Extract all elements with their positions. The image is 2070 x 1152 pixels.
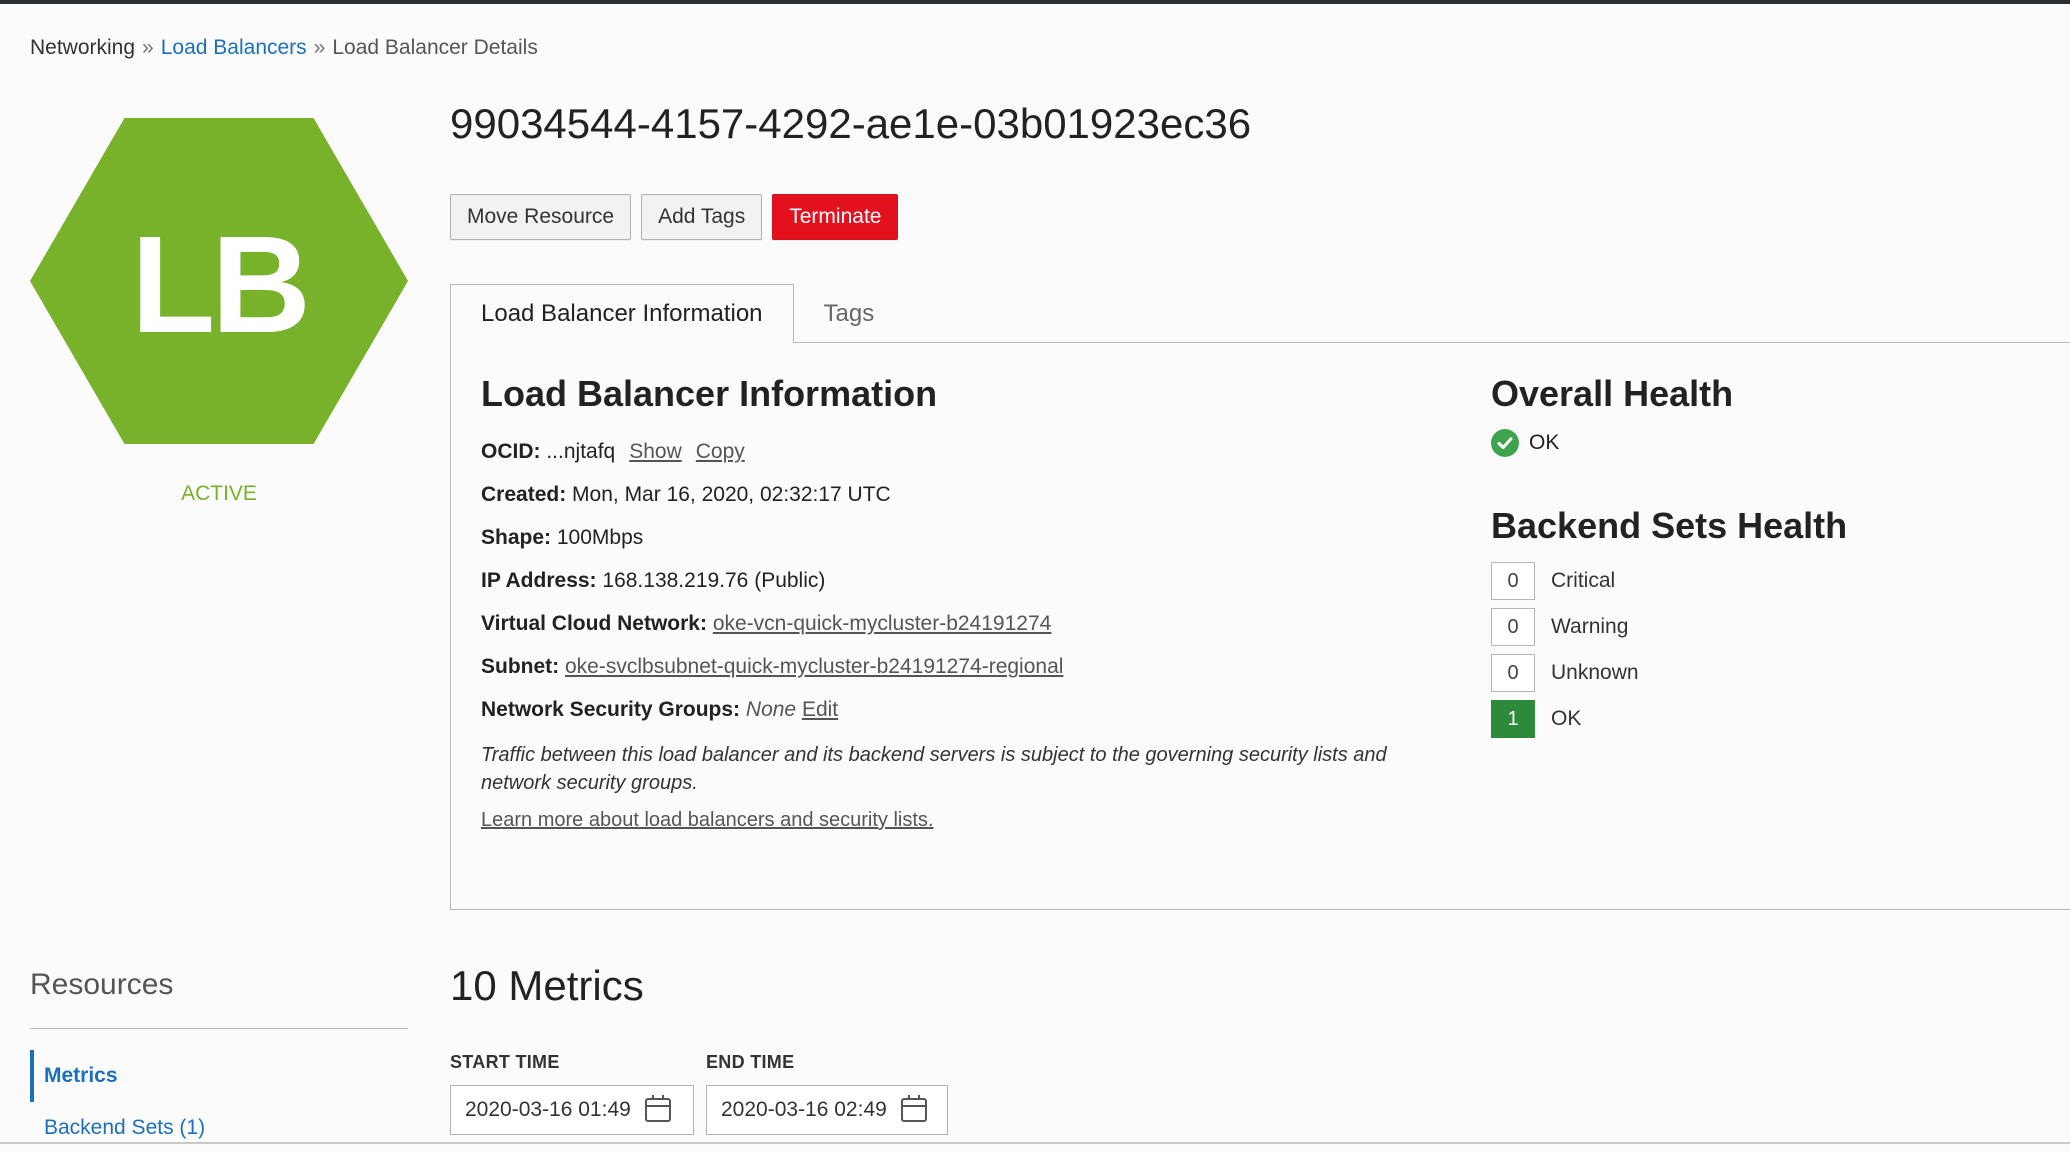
subnet-link[interactable]: oke-svclbsubnet-quick-mycluster-b2419127… <box>565 655 1063 678</box>
nsg-edit-link[interactable]: Edit <box>802 698 838 721</box>
metrics-title: 10 Metrics <box>450 962 644 1009</box>
detail-tabs: Load Balancer Information Tags <box>450 284 904 343</box>
calendar-icon[interactable] <box>644 1095 671 1122</box>
top-bar <box>0 0 2070 4</box>
end-time-value: 2020-03-16 02:49 <box>721 1098 887 1121</box>
ok-label: OK <box>1551 707 1582 730</box>
created-label: Created: <box>481 483 567 506</box>
add-tags-button[interactable]: Add Tags <box>641 194 763 240</box>
backend-health-row-ok: 1 OK <box>1491 699 2011 739</box>
breadcrumb-current: Load Balancer Details <box>332 36 538 59</box>
end-time-label: END TIME <box>706 1052 795 1072</box>
unknown-label: Unknown <box>1551 661 1639 684</box>
calendar-icon[interactable] <box>900 1095 927 1122</box>
backend-health-row-critical: 0 Critical <box>1491 561 2011 601</box>
created-value: Mon, Mar 16, 2020, 02:32:17 UTC <box>572 483 891 506</box>
ocid-value: ...njtafq <box>546 440 616 463</box>
breadcrumb-load-balancers-link[interactable]: Load Balancers <box>161 36 307 59</box>
start-time-input[interactable]: 2020-03-16 01:49 <box>450 1085 694 1135</box>
shape-value: 100Mbps <box>556 526 644 549</box>
info-panel: Load Balancer Information OCID: ...njtaf… <box>450 342 2070 910</box>
nsg-label: Network Security Groups: <box>481 698 741 721</box>
overall-health-heading: Overall Health <box>1491 373 1734 414</box>
learn-more-link[interactable]: Learn more about load balancers and secu… <box>481 809 1461 832</box>
hexagon-label: LB <box>131 207 311 362</box>
bottom-divider <box>0 1142 2070 1144</box>
end-time-group: END TIME 2020-03-16 02:49 <box>706 1052 948 1135</box>
ok-count: 1 <box>1491 700 1535 738</box>
page-title: 99034544-4157-4292-ae1e-03b01923ec36 <box>450 100 1252 147</box>
shape-row: Shape: 100Mbps <box>481 525 1461 551</box>
shape-label: Shape: <box>481 526 552 549</box>
subnet-row: Subnet: oke-svclbsubnet-quick-mycluster-… <box>481 654 1461 680</box>
breadcrumb-separator: » <box>313 36 326 59</box>
start-time-value: 2020-03-16 01:49 <box>465 1098 631 1121</box>
check-circle-icon <box>1491 429 1519 457</box>
nsg-row: Network Security Groups: None Edit <box>481 697 1461 723</box>
resources-title: Resources <box>30 968 174 1001</box>
resources-item-metrics[interactable]: Metrics <box>30 1050 118 1102</box>
action-buttons: Move Resource Add Tags Terminate <box>450 194 899 240</box>
subnet-label: Subnet: <box>481 655 560 678</box>
start-time-label: START TIME <box>450 1052 560 1072</box>
ocid-row: OCID: ...njtafq Show Copy <box>481 439 1461 465</box>
warning-count: 0 <box>1491 608 1535 646</box>
backend-health-row-warning: 0 Warning <box>1491 607 2011 647</box>
ocid-label: OCID: <box>481 440 541 463</box>
vcn-label: Virtual Cloud Network: <box>481 612 707 635</box>
nsg-value: None <box>745 698 797 721</box>
backend-health-row-unknown: 0 Unknown <box>1491 653 2011 693</box>
critical-label: Critical <box>1551 569 1616 592</box>
breadcrumb-separator: » <box>142 36 154 59</box>
backend-sets-health-heading: Backend Sets Health <box>1491 505 1848 546</box>
tab-tags[interactable]: Tags <box>794 284 905 342</box>
critical-count: 0 <box>1491 562 1535 600</box>
ip-address-label: IP Address: <box>481 569 597 592</box>
security-note: Traffic between this load balancer and i… <box>481 744 1387 794</box>
health-section: Overall Health OK Backend Sets Health 0 … <box>1491 373 2011 745</box>
info-heading: Load Balancer Information <box>481 373 938 414</box>
lifecycle-state: ACTIVE <box>181 482 257 505</box>
breadcrumb: Networking » Load Balancers » Load Balancer … <box>30 36 538 60</box>
move-resource-button[interactable]: Move Resource <box>450 194 632 240</box>
created-row: Created: Mon, Mar 16, 2020, 02:32:17 UTC <box>481 482 1461 508</box>
vcn-row: Virtual Cloud Network: oke-vcn-quick-myc… <box>481 611 1461 637</box>
warning-label: Warning <box>1551 615 1629 638</box>
overall-health-status: OK <box>1491 429 2011 457</box>
overall-health-text: OK <box>1529 431 1560 454</box>
breadcrumb-networking: Networking <box>30 36 136 59</box>
ip-address-value: 168.138.219.76 (Public) <box>602 569 826 592</box>
start-time-group: START TIME 2020-03-16 01:49 <box>450 1052 694 1135</box>
load-balancer-info: Load Balancer Information OCID: ...njtaf… <box>481 373 1461 832</box>
load-balancer-hexagon-icon: LB <box>30 118 408 444</box>
terminate-button[interactable]: Terminate <box>772 194 899 240</box>
resources-item-backend-sets[interactable]: Backend Sets (1) <box>30 1116 205 1140</box>
resources-divider <box>30 1028 408 1029</box>
ip-address-row: IP Address: 168.138.219.76 (Public) <box>481 568 1461 594</box>
tab-load-balancer-information[interactable]: Load Balancer Information <box>450 284 794 343</box>
vcn-link[interactable]: oke-vcn-quick-mycluster-b24191274 <box>713 612 1052 635</box>
end-time-input[interactable]: 2020-03-16 02:49 <box>706 1085 948 1135</box>
unknown-count: 0 <box>1491 654 1535 692</box>
ocid-copy-link[interactable]: Copy <box>696 440 745 463</box>
ocid-show-link[interactable]: Show <box>629 440 682 463</box>
